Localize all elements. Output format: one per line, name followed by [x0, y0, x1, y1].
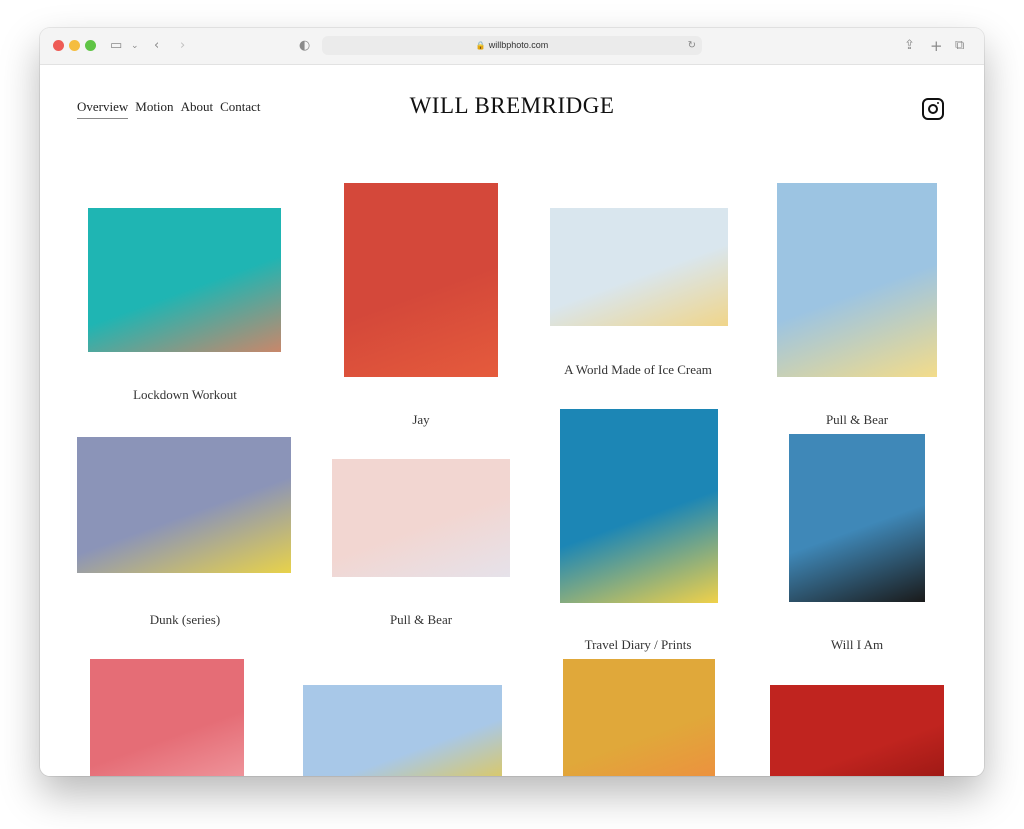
gallery-caption[interactable]: Lockdown Workout — [85, 387, 285, 403]
gallery-caption[interactable]: Will I Am — [757, 637, 957, 653]
gallery-photo[interactable] — [550, 208, 728, 326]
gallery-photo[interactable] — [777, 183, 937, 377]
gallery-caption[interactable]: Pull & Bear — [321, 612, 521, 628]
gallery-photo[interactable] — [344, 183, 498, 377]
gallery-photo[interactable] — [90, 659, 244, 776]
share-icon[interactable]: ⇪ — [904, 37, 915, 55]
site-title[interactable]: WILL BREMRIDGE — [40, 93, 984, 119]
gallery-caption[interactable]: Jay — [321, 412, 521, 428]
gallery-caption[interactable]: Pull & Bear — [757, 412, 957, 428]
sidebar-toggle-icon[interactable]: ▭ — [110, 37, 122, 55]
gallery-photo[interactable] — [303, 685, 502, 776]
gallery-photo[interactable] — [770, 685, 944, 776]
address-bar[interactable]: 🔒 willbphoto.com ↻ — [322, 36, 702, 55]
site-page: Overview Motion About Contact WILL BREMRIDG… — [40, 65, 984, 776]
gallery-photo[interactable] — [77, 437, 291, 573]
back-arrow-icon[interactable]: ‹ — [154, 37, 159, 55]
gallery-photo[interactable] — [789, 434, 925, 602]
close-window-button[interactable] — [53, 40, 64, 51]
gallery-photo[interactable] — [560, 409, 718, 603]
browser-toolbar: ▭ ⌄ ‹ › ◐ 🔒 willbphoto.com ↻ ⇪ + ⧉ — [40, 28, 984, 65]
browser-window: ▭ ⌄ ‹ › ◐ 🔒 willbphoto.com ↻ ⇪ + ⧉ Overvi… — [40, 28, 984, 776]
gallery-caption[interactable]: Dunk (series) — [85, 612, 285, 628]
privacy-shield-icon[interactable]: ◐ — [299, 37, 310, 55]
minimize-window-button[interactable] — [69, 40, 80, 51]
zoom-window-button[interactable] — [85, 40, 96, 51]
chevron-down-icon[interactable]: ⌄ — [131, 37, 139, 55]
gallery-photo[interactable] — [563, 659, 715, 776]
reload-icon[interactable]: ↻ — [688, 36, 696, 55]
lock-icon: 🔒 — [475, 41, 486, 50]
address-url: willbphoto.com — [488, 40, 549, 50]
forward-arrow-icon[interactable]: › — [180, 37, 185, 55]
instagram-icon[interactable] — [922, 98, 944, 120]
gallery-caption[interactable]: Travel Diary / Prints — [538, 637, 738, 653]
gallery-caption[interactable]: A World Made of Ice Cream — [538, 362, 738, 378]
gallery-photo[interactable] — [332, 459, 510, 577]
gallery-photo[interactable] — [88, 208, 281, 352]
tab-overview-icon[interactable]: ⧉ — [955, 37, 964, 55]
new-tab-icon[interactable]: + — [930, 37, 943, 55]
